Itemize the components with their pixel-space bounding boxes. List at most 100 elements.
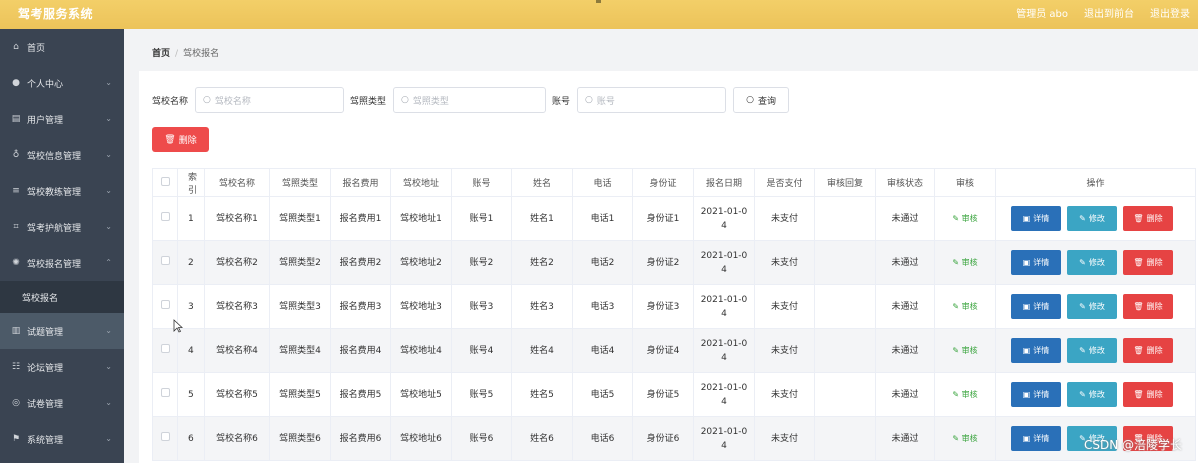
detail-button[interactable]: ▣ 详情 xyxy=(1011,338,1061,363)
row-select-cell[interactable] xyxy=(152,416,178,461)
sidebar-item-users[interactable]: ▤ 用户管理 ⌄ xyxy=(0,101,124,137)
edit-button[interactable]: ✎ 修改 xyxy=(1067,250,1117,275)
menu-icon: ≡ xyxy=(12,186,20,196)
date-line-2: 4 xyxy=(721,264,727,275)
edit-button[interactable]: ✎ 修改 xyxy=(1067,206,1117,231)
cell-account: 账号2 xyxy=(451,240,512,285)
cell-index: 2 xyxy=(177,240,205,285)
audit-link[interactable]: 审核 xyxy=(962,258,978,267)
cell-license-type: 驾照类型1 xyxy=(269,196,331,241)
row-checkbox[interactable] xyxy=(160,299,170,309)
chevron-down-icon: ⌄ xyxy=(105,362,112,371)
column-header: 身份证 xyxy=(632,168,694,197)
search-form: 驾校名称 ○ 驾校名称 驾照类型 ○ 驾照类型 账号 ○ 账号 ○ 查询 xyxy=(152,87,790,113)
sidebar-item-system[interactable]: ⚑ 系统管理 ⌄ xyxy=(0,421,124,457)
cell-phone: 电话5 xyxy=(572,372,633,417)
table-row: 4 驾校名称4 驾照类型4 报名费用4 驾校地址4 账号4 姓名4 电话4 身份证4 2021-0… xyxy=(152,328,1196,373)
logout-link[interactable]: 退出登录 xyxy=(1150,5,1190,20)
sidebar-item-label: 驾校信息管理 xyxy=(27,151,82,162)
edit-button[interactable]: ✎ 修改 xyxy=(1067,338,1117,363)
delete-label: 删除 xyxy=(1146,257,1163,267)
sidebar-item-questions[interactable]: ▥ 试题管理 ⌄ xyxy=(0,313,124,349)
sidebar-item-escort[interactable]: ⌗ 驾考护航管理 ⌄ xyxy=(0,209,124,245)
license-type-input[interactable]: ○ 驾照类型 xyxy=(393,87,547,113)
account-input[interactable]: ○ 账号 xyxy=(577,87,727,113)
edit-pen-icon: ✎ xyxy=(952,301,962,311)
cell-reply xyxy=(814,240,876,285)
table-row: 3 驾校名称3 驾照类型3 报名费用3 驾校地址3 账号3 姓名3 电话3 身份证3 2021-0… xyxy=(152,284,1196,329)
sidebar-item-papers[interactable]: ◎ 试卷管理 ⌄ xyxy=(0,385,124,421)
sidebar-item-label: 系统管理 xyxy=(27,435,64,446)
cell-audit[interactable]: ✎ 审核 xyxy=(934,328,996,373)
cell-account: 账号6 xyxy=(451,416,512,461)
detail-button[interactable]: ▣ 详情 xyxy=(1011,426,1061,451)
row-checkbox[interactable] xyxy=(160,211,170,221)
audit-link[interactable]: 审核 xyxy=(962,346,978,355)
edit-button[interactable]: ✎ 修改 xyxy=(1067,382,1117,407)
detail-button[interactable]: ▣ 详情 xyxy=(1011,206,1061,231)
sidebar-item-forum[interactable]: ☷ 论坛管理 ⌄ xyxy=(0,349,124,385)
row-checkbox[interactable] xyxy=(160,387,170,397)
detail-button[interactable]: ▣ 详情 xyxy=(1011,250,1061,275)
row-checkbox[interactable] xyxy=(160,255,170,265)
delete-button[interactable]: 🗑 删除 xyxy=(1123,338,1173,363)
delete-button[interactable]: 🗑 删除 xyxy=(1123,294,1173,319)
school-name-input[interactable]: ○ 驾校名称 xyxy=(195,87,345,113)
delete-button[interactable]: 🗑 删除 xyxy=(1123,250,1173,275)
search-icon: ○ xyxy=(203,95,211,105)
cell-name: 姓名2 xyxy=(511,240,573,285)
audit-link[interactable]: 审核 xyxy=(962,214,978,223)
detail-button[interactable]: ▣ 详情 xyxy=(1011,382,1061,407)
edit-button[interactable]: ✎ 修改 xyxy=(1067,294,1117,319)
row-select-cell[interactable] xyxy=(152,328,178,373)
delete-button[interactable]: 🗑 删除 xyxy=(1123,206,1173,231)
breadcrumb-separator: / xyxy=(175,49,179,59)
bulk-delete-button[interactable]: 🗑 删除 xyxy=(152,127,209,152)
cell-paid: 未支付 xyxy=(754,328,815,373)
sidebar-item-school-info[interactable]: ♁ 驾校信息管理 ⌄ xyxy=(0,137,124,173)
row-actions: ▣ 详情 ✎ 修改 🗑 删除 xyxy=(997,206,1195,231)
cell-name: 姓名1 xyxy=(511,196,573,241)
breadcrumb-home[interactable]: 首页 xyxy=(152,49,170,59)
cell-audit[interactable]: ✎ 审核 xyxy=(934,416,996,461)
audit-link[interactable]: 审核 xyxy=(962,390,978,399)
sliders-icon: ☷ xyxy=(11,362,21,372)
cell-license-type: 驾照类型3 xyxy=(269,284,331,329)
sidebar-item-label: 首页 xyxy=(27,43,46,54)
license-type-placeholder: 驾照类型 xyxy=(412,96,449,107)
delete-button[interactable]: 🗑 删除 xyxy=(1123,382,1173,407)
query-button[interactable]: ○ 查询 xyxy=(733,87,790,113)
row-checkbox[interactable] xyxy=(160,343,170,353)
sidebar-item-coaches[interactable]: ≡ 驾校教练管理 ⌄ xyxy=(0,173,124,209)
cell-audit[interactable]: ✎ 审核 xyxy=(934,372,996,417)
row-checkbox[interactable] xyxy=(160,431,170,441)
cell-school-name: 驾校名称4 xyxy=(204,328,270,373)
cell-address: 驾校地址6 xyxy=(390,416,452,461)
cell-audit[interactable]: ✎ 审核 xyxy=(934,284,996,329)
select-all-header[interactable] xyxy=(152,168,178,197)
select-all-checkbox[interactable] xyxy=(160,176,170,186)
row-select-cell[interactable] xyxy=(152,372,178,417)
row-select-cell[interactable] xyxy=(152,196,178,241)
cell-status: 未通过 xyxy=(875,372,935,417)
column-header: 驾校名称 xyxy=(204,168,270,197)
audit-link[interactable]: 审核 xyxy=(962,434,978,443)
cell-audit[interactable]: ✎ 审核 xyxy=(934,196,996,241)
sidebar-subitem-registration[interactable]: 驾校报名 xyxy=(0,281,124,313)
cell-index: 6 xyxy=(177,416,205,461)
back-to-front-link[interactable]: 退出到前台 xyxy=(1084,5,1134,20)
detail-label: 详情 xyxy=(1033,301,1050,311)
bulk-delete-label: 删除 xyxy=(178,136,197,146)
cell-audit[interactable]: ✎ 审核 xyxy=(934,240,996,285)
sidebar-item-home[interactable]: ⌂ 首页 xyxy=(0,29,124,65)
detail-icon: ▣ xyxy=(1022,389,1031,399)
sidebar-item-registration[interactable]: ✺ 驾校报名管理 ⌃ xyxy=(0,245,124,281)
sidebar-item-profile[interactable]: ● 个人中心 ⌄ xyxy=(0,65,124,101)
cell-account: 账号3 xyxy=(451,284,512,329)
cell-school-name: 驾校名称2 xyxy=(204,240,270,285)
cell-index: 4 xyxy=(177,328,205,373)
audit-link[interactable]: 审核 xyxy=(962,302,978,311)
row-select-cell[interactable] xyxy=(152,240,178,285)
detail-button[interactable]: ▣ 详情 xyxy=(1011,294,1061,319)
date-line-1: 2021-01-0 xyxy=(700,382,748,393)
